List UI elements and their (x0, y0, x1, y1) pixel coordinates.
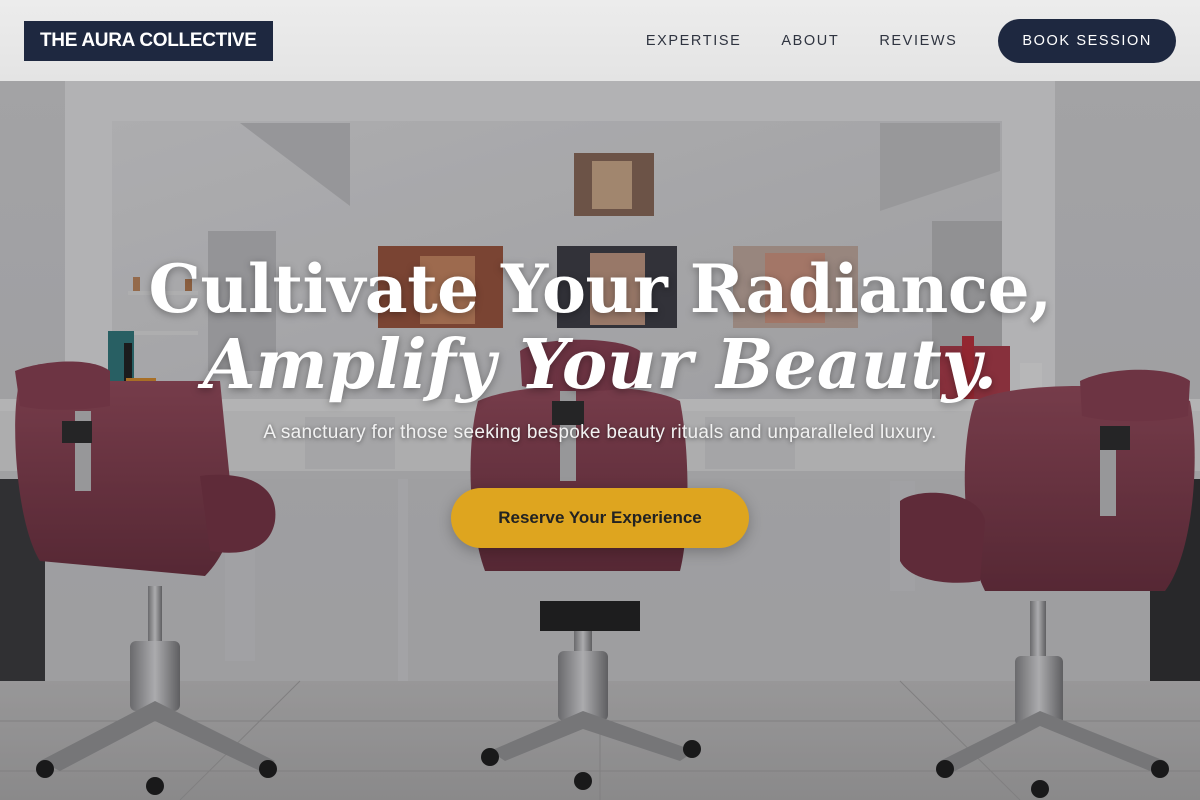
nav-link-reviews[interactable]: REVIEWS (879, 33, 957, 49)
book-session-button[interactable]: BOOK SESSION (998, 18, 1176, 63)
top-nav: THE AURA COLLECTIVE EXPERTISE ABOUT REVI… (0, 0, 1200, 81)
hero-subheadline: A sanctuary for those seeking bespoke be… (263, 422, 937, 443)
hero-headline-line1: Cultivate Your Radiance, (148, 250, 1052, 328)
nav-link-about[interactable]: ABOUT (781, 33, 839, 49)
brand-logo[interactable]: THE AURA COLLECTIVE (24, 20, 273, 61)
hero-section: Cultivate Your Radiance, Amplify Your Be… (0, 81, 1200, 800)
nav-menu: EXPERTISE ABOUT REVIEWS BOOK SESSION (646, 18, 1176, 63)
reserve-experience-button[interactable]: Reserve Your Experience (451, 488, 749, 548)
hero-headline-line2: Amplify Your Beauty. (202, 325, 998, 405)
nav-link-expertise[interactable]: EXPERTISE (646, 33, 742, 49)
